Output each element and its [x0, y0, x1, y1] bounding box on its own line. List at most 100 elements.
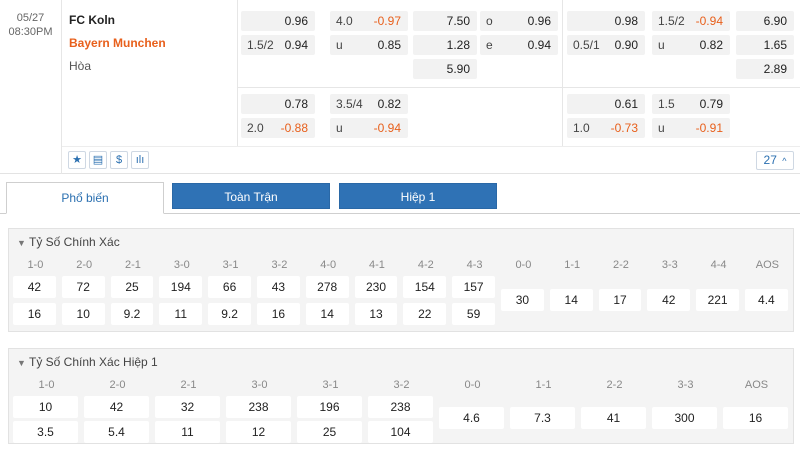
odds-value: -0.94 — [695, 14, 723, 28]
score-odds-cell[interactable]: 104 — [368, 421, 433, 443]
odds-cell[interactable]: u -0.94 — [330, 118, 408, 138]
odds-row-divider — [238, 87, 800, 88]
score-odds-cell[interactable]: 10 — [61, 303, 105, 325]
score-odds-cell[interactable]: 41 — [581, 407, 646, 429]
odds-cell[interactable]: 1.5/2 0.94 — [241, 35, 315, 55]
score-odds-cell[interactable]: 221 — [696, 289, 739, 311]
score-odds-cell[interactable]: 300 — [652, 407, 717, 429]
score-odds-cell[interactable]: 12 — [226, 421, 291, 443]
odds-cell[interactable]: 0.5/1 0.90 — [567, 35, 645, 55]
score-odds-cell[interactable]: 43 — [257, 276, 300, 298]
odds-cell[interactable]: 1.65 — [736, 35, 794, 55]
score-odds-cell[interactable]: 42 — [13, 276, 56, 298]
score-odds-cell[interactable]: 59 — [452, 303, 495, 325]
correct-score-first-half-title[interactable]: ▼ Tỷ Số Chính Xác Hiệp 1 — [17, 355, 158, 369]
star-icon[interactable]: ★ — [68, 151, 86, 169]
score-odds-cell[interactable]: 30 — [501, 289, 544, 311]
score-odds-cell[interactable]: 238 — [226, 396, 291, 418]
odds-value: 1.28 — [446, 38, 470, 52]
odds-cell[interactable]: o 0.96 — [480, 11, 558, 31]
score-odds-cell[interactable]: 14 — [549, 289, 593, 311]
score-odds-cell[interactable]: 25 — [110, 276, 154, 298]
score-odds-cell[interactable]: 9.2 — [208, 303, 251, 325]
odds-cell[interactable]: 2.0 -0.88 — [241, 118, 315, 138]
more-markets-button[interactable]: 27 ^ — [756, 151, 794, 170]
odds-divider — [562, 0, 563, 146]
score-odds-cell[interactable]: 5.4 — [84, 421, 149, 443]
score-header: 2-1 — [180, 379, 197, 391]
odds-cell[interactable]: 6.90 — [736, 11, 794, 31]
odds-cell[interactable]: 1.0 -0.73 — [567, 118, 645, 138]
odds-cell[interactable]: 4.0 -0.97 — [330, 11, 408, 31]
score-header: 3-1 — [222, 259, 239, 271]
odds-cell[interactable]: 3.5/4 0.82 — [330, 94, 408, 114]
score-odds-cell[interactable]: 16 — [723, 407, 788, 429]
match-toolbar: ★ ▤ $ ılı 27 ^ — [62, 146, 800, 174]
chevron-up-icon: ^ — [782, 156, 787, 166]
score-odds-cell[interactable]: 196 — [297, 396, 362, 418]
teams: FC Koln Bayern Munchen Hòa — [62, 0, 238, 146]
score-odds-cell[interactable]: 4.4 — [745, 289, 788, 311]
score-odds-cell[interactable]: 238 — [368, 396, 433, 418]
score-odds-cell[interactable]: 278 — [305, 276, 349, 298]
tab-first-half[interactable]: Hiệp 1 — [339, 183, 497, 209]
score-odds-cell[interactable]: 7.3 — [510, 407, 575, 429]
score-header: 1-1 — [535, 379, 552, 391]
score-header: 3-1 — [322, 379, 339, 391]
odds-cell[interactable]: u 0.85 — [330, 35, 408, 55]
odds-cell[interactable]: 1.5 0.79 — [652, 94, 730, 114]
score-odds-cell[interactable]: 230 — [354, 276, 398, 298]
score-odds-cell[interactable]: 11 — [155, 421, 220, 443]
score-header: 4-4 — [710, 259, 727, 271]
score-odds-cell[interactable]: 25 — [297, 421, 362, 443]
score-header: 2-1 — [125, 259, 141, 271]
odds-cell[interactable]: u 0.82 — [652, 35, 730, 55]
odds-cell[interactable]: u -0.91 — [652, 118, 730, 138]
draw-label: Hòa — [69, 59, 92, 73]
odds-cell[interactable]: e 0.94 — [480, 35, 558, 55]
score-odds-cell[interactable]: 10 — [13, 396, 78, 418]
score-odds-cell[interactable]: 14 — [305, 303, 349, 325]
score-odds-cell[interactable]: 194 — [159, 276, 203, 298]
odds-value: -0.88 — [280, 121, 308, 135]
score-header: 3-0 — [251, 379, 268, 391]
odds-value: 6.90 — [763, 14, 787, 28]
odds-handicap: 1.5 — [658, 97, 675, 111]
score-odds-cell[interactable]: 32 — [155, 396, 220, 418]
odds-cell[interactable]: 1.5/2 -0.94 — [652, 11, 730, 31]
score-odds-cell[interactable]: 13 — [354, 303, 398, 325]
odds-cell[interactable]: 1.28 — [413, 35, 477, 55]
score-odds-cell[interactable]: 72 — [61, 276, 105, 298]
print-icon[interactable]: ▤ — [89, 151, 107, 169]
stats-icon[interactable]: ılı — [131, 151, 149, 169]
odds-cell[interactable]: 0.61 — [567, 94, 645, 114]
score-header: 2-0 — [76, 259, 93, 271]
score-header: 1-1 — [564, 259, 581, 271]
score-odds-cell[interactable]: 66 — [208, 276, 251, 298]
odds-cell[interactable]: 2.89 — [736, 59, 794, 79]
score-odds-cell[interactable]: 9.2 — [110, 303, 154, 325]
score-odds-cell[interactable]: 154 — [403, 276, 447, 298]
odds-value: 0.90 — [614, 38, 638, 52]
odds-cell[interactable]: 0.78 — [241, 94, 315, 114]
odds-cell[interactable]: 0.96 — [241, 11, 315, 31]
odds-cell[interactable]: 0.98 — [567, 11, 645, 31]
score-header: 4-1 — [369, 259, 385, 271]
score-odds-cell[interactable]: 16 — [257, 303, 300, 325]
tab-popular[interactable]: Phổ biến — [6, 182, 164, 214]
score-odds-cell[interactable]: 4.6 — [439, 407, 504, 429]
score-odds-cell[interactable]: 3.5 — [13, 421, 78, 443]
score-odds-cell[interactable]: 11 — [159, 303, 203, 325]
score-odds-cell[interactable]: 17 — [598, 289, 642, 311]
score-odds-cell[interactable]: 22 — [403, 303, 447, 325]
score-odds-cell[interactable]: 42 — [84, 396, 149, 418]
dollar-icon[interactable]: $ — [110, 151, 128, 169]
odds-cell[interactable]: 5.90 — [413, 59, 477, 79]
score-odds-cell[interactable]: 16 — [13, 303, 56, 325]
correct-score-title[interactable]: ▼ Tỷ Số Chính Xác — [17, 235, 120, 249]
score-header: 2-0 — [109, 379, 126, 391]
score-odds-cell[interactable]: 157 — [452, 276, 495, 298]
tab-full-match[interactable]: Toàn Trận — [172, 183, 330, 209]
score-odds-cell[interactable]: 42 — [647, 289, 691, 311]
odds-cell[interactable]: 7.50 — [413, 11, 477, 31]
